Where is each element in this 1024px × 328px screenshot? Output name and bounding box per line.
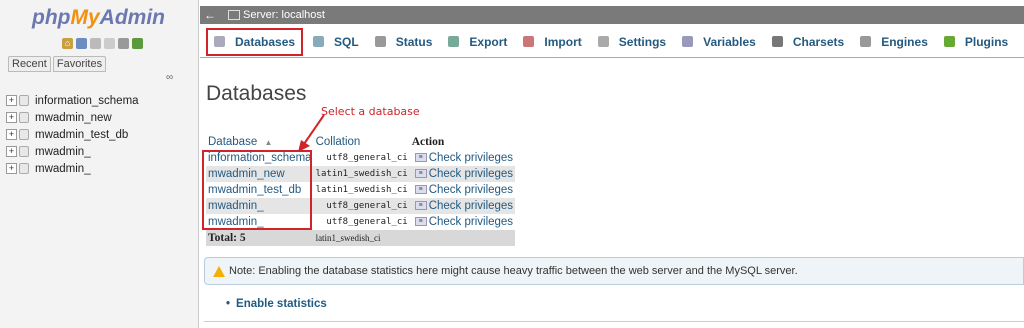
privileges-icon: ≡: [414, 201, 427, 211]
database-icon: [19, 163, 29, 174]
collation-cell: latin1_swedish_ci: [313, 182, 410, 198]
action-column-header: Action: [411, 135, 445, 148]
privileges-icon: ≡: [414, 153, 427, 163]
tree-item[interactable]: + mwadmin_new: [6, 109, 139, 126]
tab-status[interactable]: Status: [369, 28, 439, 56]
tab-databases[interactable]: Databases: [206, 27, 304, 56]
privileges-icon: ≡: [414, 217, 427, 227]
privileges-icon: ≡: [414, 169, 427, 179]
sort-asc-icon[interactable]: ▲: [264, 138, 272, 147]
table-header-row: Database ▲ Collation Action: [206, 133, 515, 150]
server-tabs: Databases SQL Status Export Import Settings Va…: [200, 26, 1024, 58]
database-icon: [19, 146, 29, 157]
server-breadcrumb[interactable]: Server: localhost: [243, 9, 325, 21]
docs-icon[interactable]: [90, 38, 101, 49]
server-breadcrumb-bar: ← Server: localhost: [200, 6, 1024, 24]
selection-highlight-box: [202, 150, 312, 230]
table-total-row: Total: 5 latin1_swedish_ci: [206, 230, 516, 246]
expand-icon[interactable]: +: [6, 129, 17, 140]
divider: [204, 321, 1024, 322]
tree-item[interactable]: + mwadmin_test_db: [6, 126, 139, 143]
collation-column-header[interactable]: Collation: [314, 133, 410, 150]
database-tree: + information_schema + mwadmin_new + mwadmi…: [6, 92, 139, 177]
engines-icon: [860, 36, 872, 47]
check-privileges-link[interactable]: ≡ Check privileges: [409, 150, 516, 166]
link-icon[interactable]: ∞: [166, 72, 173, 83]
tab-import[interactable]: Import: [517, 28, 587, 56]
logout-icon[interactable]: [76, 38, 87, 49]
tab-engines[interactable]: Engines: [854, 28, 934, 56]
status-icon: [374, 36, 386, 47]
server-icon: [228, 10, 240, 20]
docs-sql-icon[interactable]: [104, 38, 115, 49]
check-privileges-link[interactable]: ≡ Check privileges: [409, 198, 516, 214]
collation-cell: utf8_general_ci: [313, 198, 410, 214]
settings-icon[interactable]: [118, 38, 129, 49]
wrench-icon: [597, 36, 609, 47]
tab-sql[interactable]: SQL: [307, 28, 365, 56]
database-icon: [214, 36, 225, 47]
tree-item[interactable]: + mwadmin_: [6, 143, 139, 160]
expand-icon[interactable]: +: [6, 112, 17, 123]
tab-variables[interactable]: Variables: [676, 28, 762, 56]
tab-charsets[interactable]: Charsets: [766, 28, 850, 56]
tree-item[interactable]: + information_schema: [6, 92, 139, 109]
expand-icon[interactable]: +: [6, 146, 17, 157]
collapse-arrow-icon[interactable]: ←: [204, 8, 216, 22]
navigation-panel: phpMyAdmin ⌂ Recent Favorites ∞ + informa…: [0, 0, 199, 328]
sql-icon: [313, 36, 325, 47]
expand-icon[interactable]: +: [6, 95, 17, 106]
notice-text: Note: Enabling the database statistics h…: [229, 265, 798, 277]
total-label: Total: 5: [206, 230, 314, 246]
tree-item[interactable]: + mwadmin_: [6, 160, 139, 177]
privileges-icon: ≡: [414, 185, 427, 195]
tab-plugins[interactable]: Plugins: [938, 28, 1014, 56]
tab-export[interactable]: Export: [442, 28, 513, 56]
database-icon: [19, 112, 29, 123]
reload-icon[interactable]: [132, 38, 143, 49]
nav-icon-bar: ⌂: [62, 38, 143, 49]
variables-icon: [682, 36, 694, 47]
database-icon: [19, 95, 29, 106]
collation-cell: latin1_swedish_ci: [313, 166, 410, 182]
export-icon: [448, 36, 460, 47]
tab-settings[interactable]: Settings: [592, 28, 672, 56]
favorites-tab[interactable]: Favorites: [52, 56, 107, 72]
recent-tab[interactable]: Recent: [8, 56, 51, 72]
home-icon[interactable]: ⌂: [62, 38, 73, 49]
annotation-label: Select a database: [321, 105, 420, 118]
database-icon: [19, 129, 29, 140]
database-column-header[interactable]: Database ▲: [206, 133, 314, 150]
expand-icon[interactable]: +: [6, 163, 17, 174]
import-icon: [523, 36, 535, 47]
total-collation: latin1_swedish_ci: [313, 230, 410, 246]
page-title: Databases: [206, 82, 307, 105]
notice-message: Note: Enabling the database statistics h…: [204, 257, 1024, 285]
recent-favorites-tabs: Recent Favorites: [8, 56, 107, 72]
phpmyadmin-logo[interactable]: phpMyAdmin: [32, 6, 165, 30]
collation-cell: utf8_general_ci: [313, 150, 410, 166]
charsets-icon: [771, 36, 783, 47]
warning-icon: [213, 265, 225, 277]
enable-statistics-link[interactable]: • Enable statistics: [226, 298, 327, 310]
check-privileges-link[interactable]: ≡ Check privileges: [409, 166, 516, 182]
plugins-icon: [943, 36, 955, 47]
collation-cell: utf8_general_ci: [313, 214, 410, 230]
check-privileges-link[interactable]: ≡ Check privileges: [409, 182, 516, 198]
check-privileges-link[interactable]: ≡ Check privileges: [409, 214, 516, 230]
